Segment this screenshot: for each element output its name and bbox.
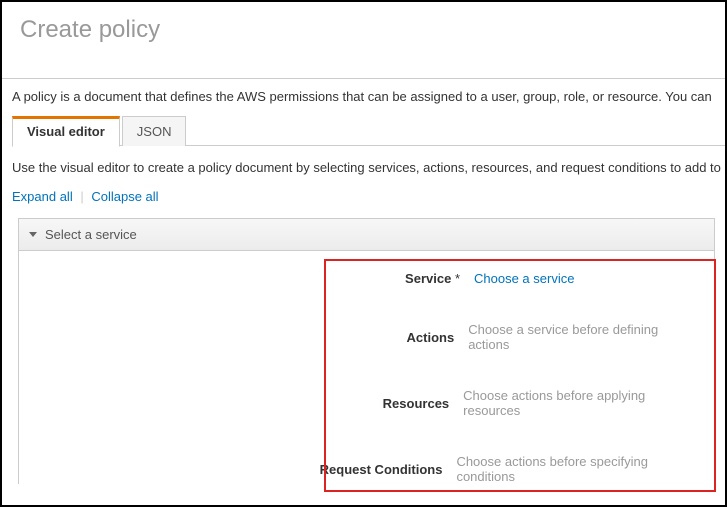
chevron-down-icon: [29, 232, 37, 237]
visual-editor-description: Use the visual editor to create a policy…: [2, 146, 725, 189]
expand-collapse-controls: Expand all | Collapse all: [2, 189, 725, 218]
expand-all-link[interactable]: Expand all: [12, 189, 73, 204]
page-title: Create policy: [2, 2, 725, 50]
separator: |: [80, 189, 83, 204]
policy-description: A policy is a document that defines the …: [2, 79, 725, 116]
collapse-all-link[interactable]: Collapse all: [91, 189, 158, 204]
tab-json[interactable]: JSON: [122, 116, 187, 146]
tab-visual-editor[interactable]: Visual editor: [12, 116, 120, 147]
accordion-title: Select a service: [45, 227, 137, 242]
highlight-box: [324, 259, 716, 492]
accordion-body: Service * Choose a service Actions Choos…: [18, 251, 715, 484]
accordion-select-service[interactable]: Select a service: [18, 218, 715, 251]
tabs-bar: Visual editor JSON: [2, 116, 725, 146]
